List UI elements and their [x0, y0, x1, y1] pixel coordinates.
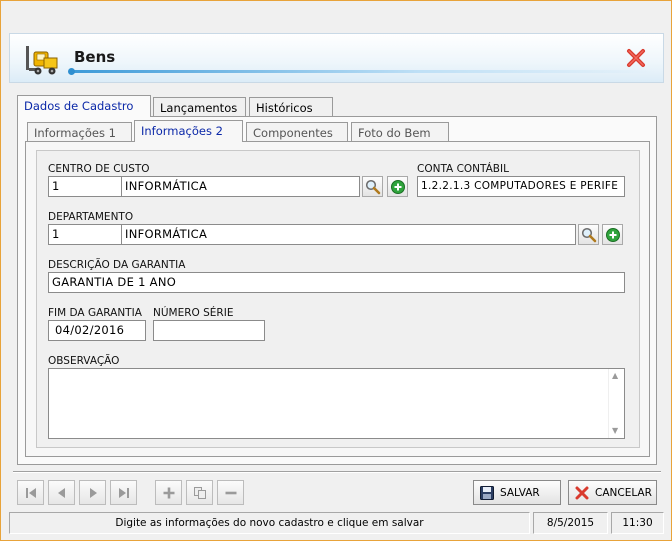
record-navigation [17, 480, 141, 505]
add-record-button[interactable] [155, 480, 182, 505]
descricao-garantia-label: DESCRIÇÃO DA GARANTIA [48, 259, 186, 271]
descricao-garantia-input[interactable]: GARANTIA DE 1 ANO [48, 272, 625, 293]
forklift-icon [26, 46, 58, 75]
centro-custo-search-button[interactable] [362, 176, 383, 197]
conta-contabil-label: CONTA CONTÁBIL [417, 163, 509, 175]
search-icon [365, 179, 381, 195]
observacao-textarea[interactable]: ▲ ▼ [48, 368, 625, 439]
tab-componentes[interactable]: Componentes [246, 122, 348, 142]
departamento-name-input[interactable]: INFORMÁTICA [121, 224, 576, 245]
title-underline [68, 68, 655, 75]
copy-record-button[interactable] [186, 480, 213, 505]
centro-custo-add-button[interactable] [387, 176, 408, 197]
record-edit-tools [155, 480, 248, 505]
tab-informacoes-2[interactable]: Informações 2 [134, 120, 243, 142]
prev-record-button[interactable] [48, 480, 75, 505]
tab-foto-do-bem[interactable]: Foto do Bem [351, 122, 449, 142]
window-title: Bens [74, 48, 116, 66]
first-record-button[interactable] [17, 480, 44, 505]
centro-custo-label: CENTRO DE CUSTO [48, 163, 150, 175]
save-button[interactable]: SALVAR [473, 480, 561, 505]
last-icon [119, 488, 129, 498]
first-icon [26, 488, 36, 498]
next-record-button[interactable] [79, 480, 106, 505]
fim-garantia-label: FIM DA GARANTIA [48, 307, 142, 319]
conta-contabil-input[interactable]: 1.2.2.1.3 COMPUTADORES E PERIFE [417, 176, 625, 197]
add-icon [163, 487, 175, 499]
tab-informacoes-1[interactable]: Informações 1 [27, 122, 132, 142]
remove-icon [225, 491, 237, 495]
numero-serie-label: NÚMERO SÉRIE [153, 307, 234, 319]
cancel-icon [575, 486, 589, 499]
cancel-button[interactable]: CANCELAR [568, 480, 657, 505]
status-time: 11:30 [611, 512, 664, 534]
floppy-disk-icon [480, 485, 494, 500]
copy-icon [194, 487, 206, 499]
centro-custo-name-input[interactable]: INFORMÁTICA [121, 176, 360, 197]
status-message: Digite as informações do novo cadastro e… [9, 512, 530, 534]
next-icon [90, 488, 97, 498]
add-circle-icon [391, 180, 405, 194]
close-icon[interactable] [624, 46, 648, 70]
window-header: Bens [9, 33, 664, 83]
bens-window: Bens Dados de Cadastro Lançamentos Histó… [0, 0, 672, 541]
departamento-add-button[interactable] [602, 224, 623, 245]
cancel-button-label: CANCELAR [595, 486, 652, 499]
add-circle-icon [606, 228, 620, 242]
tab-dados-cadastro[interactable]: Dados de Cadastro [17, 95, 151, 117]
last-record-button[interactable] [110, 480, 137, 505]
prev-icon [58, 488, 65, 498]
status-date: 8/5/2015 [533, 512, 608, 534]
scroll-down-icon[interactable]: ▼ [612, 426, 618, 435]
numero-serie-input[interactable] [153, 320, 265, 341]
tab-lancamentos[interactable]: Lançamentos [153, 97, 246, 117]
save-button-label: SALVAR [500, 486, 540, 499]
observacao-scrollbar[interactable]: ▲ ▼ [608, 369, 624, 438]
centro-custo-code-input[interactable]: 1 [48, 176, 122, 197]
fim-garantia-input[interactable]: 04/02/2016 [48, 320, 146, 341]
status-bar: Digite as informações do novo cadastro e… [9, 512, 664, 534]
tab-historicos[interactable]: Históricos [249, 97, 333, 117]
remove-record-button[interactable] [217, 480, 244, 505]
search-icon [581, 227, 597, 243]
departamento-code-input[interactable]: 1 [48, 224, 122, 245]
departamento-label: DEPARTAMENTO [48, 211, 134, 223]
departamento-search-button[interactable] [578, 224, 599, 245]
toolbar-divider [13, 471, 661, 473]
scroll-up-icon[interactable]: ▲ [612, 371, 618, 380]
observacao-label: OBSERVAÇÃO [48, 355, 120, 367]
